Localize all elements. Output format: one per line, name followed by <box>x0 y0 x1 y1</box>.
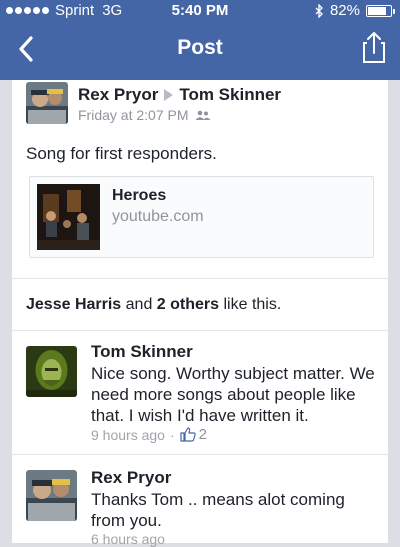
thumbs-up-icon <box>180 427 196 442</box>
comment-author[interactable]: Rex Pryor <box>91 468 171 488</box>
post-text: Song for first responders. <box>26 144 217 163</box>
bluetooth-icon <box>315 3 323 18</box>
battery-percent: 82% <box>329 2 360 19</box>
status-bar: Sprint 3G 5:40 PM 82% <box>0 0 400 22</box>
status-right: 82% <box>315 2 395 19</box>
comment-meta: 6 hours ago <box>91 531 165 547</box>
post-meta: Friday at 2:07 PM <box>78 107 211 123</box>
divider <box>12 330 388 331</box>
divider <box>12 278 388 279</box>
link-domain: youtube.com <box>112 208 204 225</box>
comment-text: Thanks Tom .. means alot coming from you… <box>91 490 345 530</box>
meta-separator: · <box>169 426 175 443</box>
comment-author[interactable]: Tom Skinner <box>91 342 193 362</box>
comment-time[interactable]: 6 hours ago <box>91 531 165 547</box>
navigation-bar: Post <box>0 22 400 78</box>
likes-summary[interactable]: Jesse Harris and 2 others like this. <box>26 296 281 314</box>
comment-meta: 9 hours ago · 2 <box>91 426 207 443</box>
others-count: 2 others <box>156 296 220 313</box>
post-timestamp[interactable]: Friday at 2:07 PM <box>78 107 189 123</box>
page-title: Post <box>177 36 223 59</box>
post-card: Rex Pryor Tom Skinner Friday at 2:07 PM … <box>12 80 388 547</box>
link-title: Heroes <box>112 187 167 204</box>
battery-icon <box>366 4 395 17</box>
comment-time[interactable]: 9 hours ago <box>91 427 165 443</box>
link-preview[interactable]: Heroes youtube.com <box>29 176 374 258</box>
video-thumbnail <box>37 184 100 250</box>
target-name[interactable]: Tom Skinner <box>179 85 281 105</box>
comment-text: Nice song. Worthy subject matter. We nee… <box>91 364 375 425</box>
avatar[interactable] <box>26 470 77 521</box>
comment-like-count[interactable]: 2 <box>180 426 207 443</box>
post-header: Rex Pryor Tom Skinner <box>78 85 281 105</box>
friends-audience-icon <box>195 110 210 120</box>
share-icon[interactable] <box>362 30 386 64</box>
top-bar: Sprint 3G 5:40 PM 82% Post <box>0 0 400 80</box>
arrow-right-icon <box>164 89 174 101</box>
author-name[interactable]: Rex Pryor <box>78 85 158 105</box>
divider <box>12 454 388 455</box>
avatar[interactable] <box>26 82 68 124</box>
avatar[interactable] <box>26 346 77 397</box>
liker-name: Jesse Harris <box>26 296 122 313</box>
